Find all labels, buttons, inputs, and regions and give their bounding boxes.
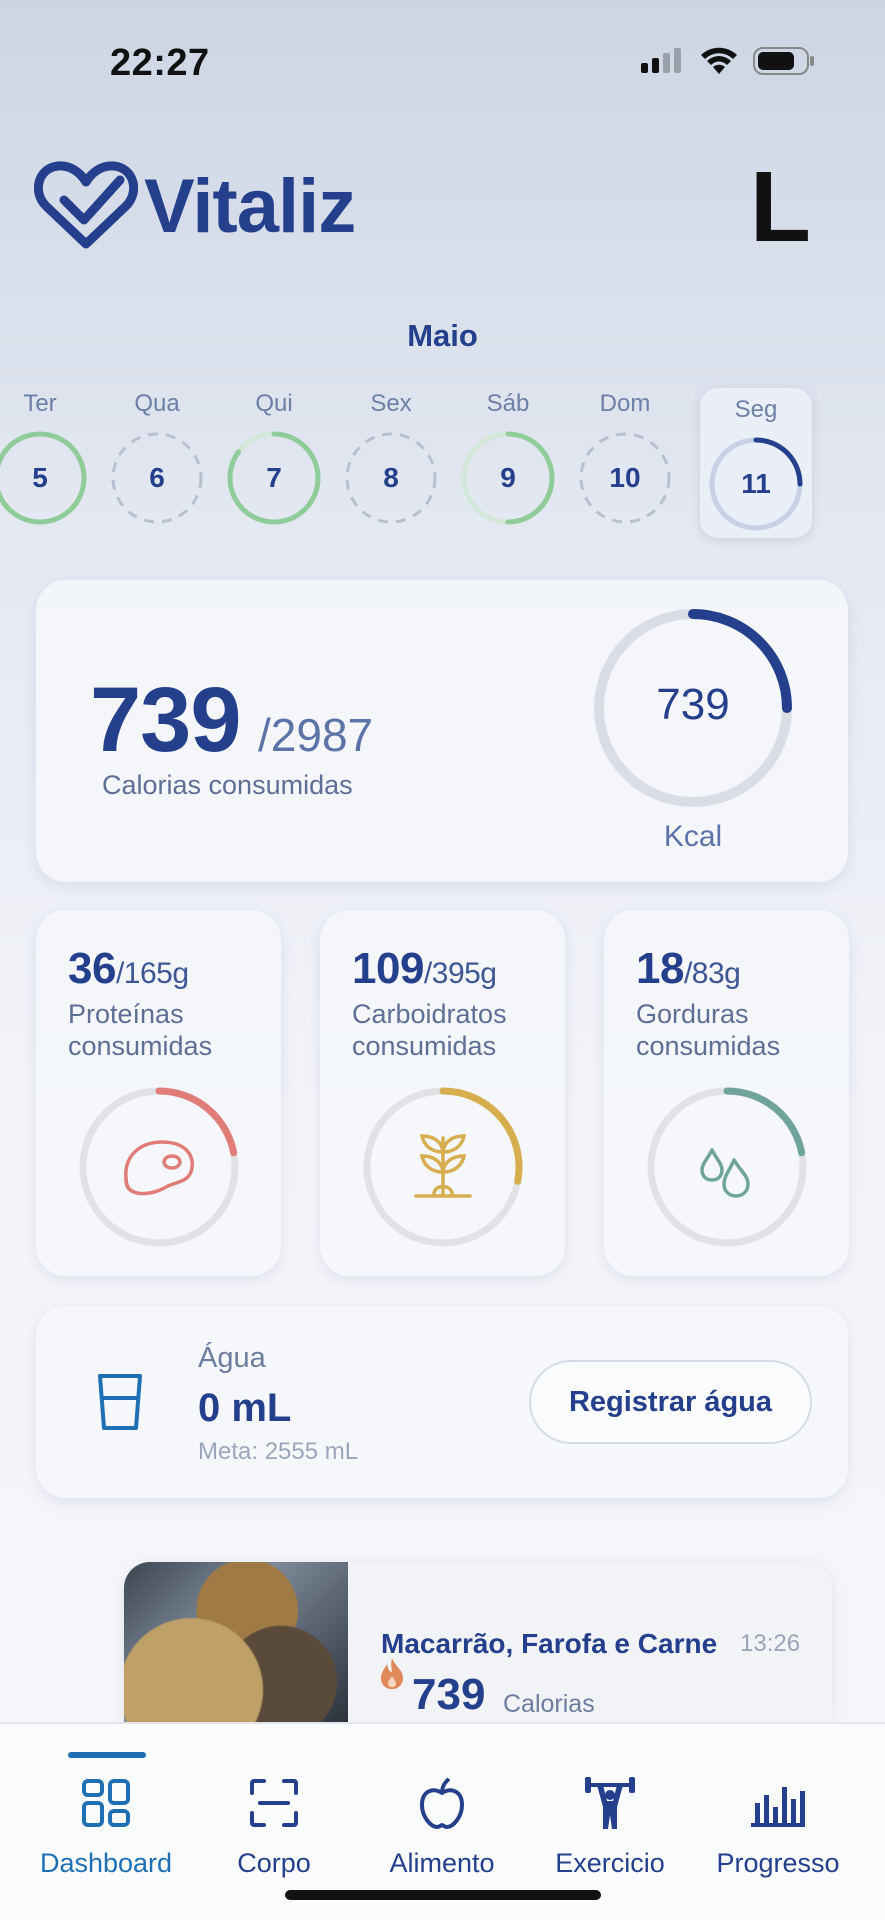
carbs-card[interactable]: 109/395g Carboidratos consumidas: [320, 910, 565, 1276]
protein-value: 36/165g: [68, 944, 189, 993]
bar-chart-icon: [751, 1787, 805, 1827]
calories-unit: Kcal: [663, 820, 723, 853]
tab-progresso[interactable]: Progresso: [693, 1772, 863, 1879]
fat-progress-ring: [647, 1087, 807, 1247]
tab-label-dashboard: Dashboard: [39, 1848, 173, 1878]
calendar-day-10[interactable]: Dom 10: [575, 390, 675, 526]
calendar-day-ring: 6: [109, 430, 205, 526]
status-icons: [641, 46, 815, 76]
water-amount: 0 mL: [198, 1386, 292, 1430]
calendar-day-5[interactable]: Ter 5: [0, 390, 90, 526]
meal-calories: 739: [412, 1670, 486, 1719]
profile-avatar[interactable]: L: [750, 150, 811, 265]
protein-card[interactable]: 36/165g Proteínas consumidas: [36, 910, 281, 1276]
tab-label-exercicio: Exercicio: [555, 1848, 665, 1878]
protein-progress-ring: [79, 1087, 239, 1247]
carbs-progress-ring: [363, 1087, 523, 1247]
sprout-icon: [414, 1134, 472, 1198]
calendar-day-name: Qui: [255, 390, 293, 417]
fat-label: Gorduras consumidas: [636, 999, 781, 1061]
tab-label-progresso: Progresso: [716, 1848, 840, 1878]
calendar-day-number: 9: [500, 462, 516, 493]
tab-exercicio[interactable]: Exercicio: [525, 1772, 695, 1879]
calories-label: Calorias consumidas: [102, 770, 353, 800]
wifi-icon: [701, 47, 737, 74]
meal-calories-label: Calorias: [503, 1690, 595, 1718]
body-scan-icon: [250, 1779, 298, 1827]
water-title: Água: [198, 1342, 266, 1374]
app-logo: Vitaliz: [34, 160, 356, 252]
tab-label-corpo: Corpo: [237, 1848, 311, 1878]
flame-icon: [381, 1658, 403, 1689]
dashboard-icon: [82, 1779, 130, 1827]
calendar-day-8[interactable]: Sex 8: [341, 390, 441, 526]
meal-name: Macarrão, Farofa e Carne: [381, 1628, 718, 1659]
calendar-day-name: Ter: [23, 390, 57, 417]
heart-check-logo-icon: [34, 161, 138, 249]
weightlifter-icon: [585, 1777, 635, 1829]
carbs-label: Carboidratos consumidas: [352, 999, 507, 1061]
calendar-day-ring: 10: [577, 430, 673, 526]
brand-name: Vitaliz: [144, 163, 356, 249]
calendar-day-number: 8: [383, 462, 399, 493]
steak-icon: [124, 1140, 194, 1196]
calendar-day-ring: 9: [460, 430, 556, 526]
protein-label: Proteínas consumidas: [68, 999, 213, 1061]
calendar-day-number: 7: [266, 462, 282, 493]
calendar-day-number: 6: [149, 462, 165, 493]
calendar-day-number: 5: [32, 462, 48, 493]
home-indicator: [285, 1890, 601, 1900]
calendar-day-name: Qua: [134, 390, 180, 417]
tab-alimento[interactable]: Alimento: [357, 1772, 527, 1879]
apple-icon: [420, 1777, 464, 1829]
tab-label-alimento: Alimento: [389, 1848, 495, 1878]
calendar-day-6[interactable]: Qua 6: [107, 390, 207, 526]
calendar-day-9[interactable]: Sáb 9: [458, 390, 558, 526]
calendar-day-number: 11: [741, 468, 771, 499]
calendar-month: Maio: [407, 318, 478, 353]
calendar-day-ring: 11: [708, 436, 804, 532]
water-goal: Meta: 2555 mL: [198, 1438, 359, 1465]
calories-ring-value: 739: [656, 680, 730, 729]
active-tab-indicator: [68, 1752, 146, 1758]
tab-dashboard[interactable]: Dashboard: [21, 1772, 191, 1879]
carbs-value: 109/395g: [352, 944, 497, 993]
cellular-signal-icon: [641, 48, 681, 73]
calendar-day-ring: 5: [0, 430, 88, 526]
fat-value: 18/83g: [636, 944, 741, 993]
calendar-day-ring: 7: [226, 430, 322, 526]
calendar-day-name: Sáb: [486, 390, 530, 417]
calendar-day-11[interactable]: Seg 11: [700, 388, 812, 538]
water-glass-icon: [98, 1374, 142, 1430]
register-water-button[interactable]: Registrar água: [529, 1360, 812, 1444]
calendar-day-7[interactable]: Qui 7: [224, 390, 324, 526]
calendar-day-name: Dom: [599, 390, 651, 417]
fat-card[interactable]: 18/83g Gorduras consumidas: [604, 910, 849, 1276]
calories-goal: /2987: [258, 709, 374, 761]
meal-time: 13:26: [740, 1630, 801, 1657]
calendar-day-number: 10: [609, 462, 641, 493]
tab-corpo[interactable]: Corpo: [189, 1772, 359, 1879]
calories-consumed-value: 739: [90, 669, 241, 771]
status-time: 22:27: [110, 42, 210, 84]
calendar-day-name: Seg: [734, 396, 778, 423]
calendar-day-ring: 8: [343, 430, 439, 526]
battery-icon: [753, 47, 814, 75]
meal-photo: [124, 1562, 348, 1722]
drops-icon: [700, 1148, 750, 1198]
calendar-day-name: Sex: [370, 390, 412, 417]
